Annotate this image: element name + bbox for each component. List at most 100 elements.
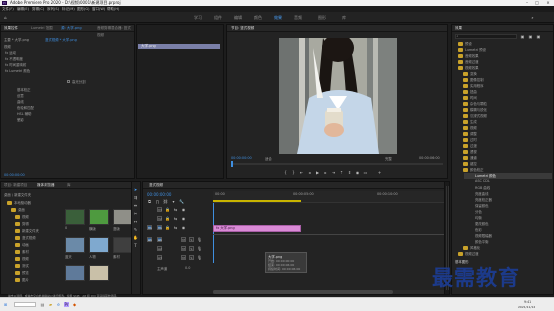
workspace-audio[interactable]: 音频 xyxy=(294,12,302,23)
lock-icon[interactable]: 🔒 xyxy=(165,207,170,212)
tab-audio-mixer[interactable]: 音频剪辑混合器: 竖式视频 xyxy=(97,25,134,39)
workspace-assembly[interactable]: 组件 xyxy=(214,12,222,23)
highlight-split-checkbox[interactable] xyxy=(67,80,70,83)
mute-button[interactable]: M xyxy=(181,255,186,260)
sync-lock-icon[interactable]: ⇆ xyxy=(173,207,178,212)
slip-tool-icon[interactable]: ↔ xyxy=(133,219,138,224)
tree-item[interactable]: 测试 xyxy=(22,263,29,268)
step-back-icon[interactable]: ◂ xyxy=(307,170,312,175)
tree-item[interactable]: 本地驱动器 xyxy=(14,200,31,205)
linked-selection-icon[interactable]: ⛓ xyxy=(163,199,168,204)
timeline-timecode[interactable]: 00:00:00:00 xyxy=(147,192,171,197)
tab-sequence[interactable]: 竖式视频 xyxy=(149,182,163,189)
tree-item[interactable]: 竖式视频 xyxy=(22,235,36,240)
thumbnail[interactable] xyxy=(89,209,109,225)
workspace-learn[interactable]: 学习 xyxy=(194,12,202,23)
effects-item[interactable]: 通道 xyxy=(470,155,477,160)
microphone-icon[interactable]: 🎙 xyxy=(197,255,202,260)
thumbnail[interactable] xyxy=(89,265,109,281)
fx-opacity[interactable]: fx 不透明度 xyxy=(5,56,23,61)
timeline-scrollbar[interactable] xyxy=(213,290,447,294)
browser-path[interactable]: 桌面 \ 新建文件夹 xyxy=(4,192,31,197)
effects-item[interactable]: 时间 xyxy=(470,95,477,100)
tab-effect-controls[interactable]: 效果控件 xyxy=(4,25,18,32)
app-taskbar-icon[interactable]: ◆ xyxy=(72,302,77,307)
premiere-taskbar-icon[interactable]: Pr xyxy=(64,302,69,307)
thumbnail[interactable] xyxy=(113,209,133,225)
effects-item[interactable]: 亮度校正器 xyxy=(475,197,492,202)
effects-item[interactable]: 视频限幅器 xyxy=(475,233,492,238)
effects-item[interactable]: 亮度曲线 xyxy=(475,191,489,196)
tree-item[interactable]: 素材 xyxy=(22,249,29,254)
selection-tool-icon[interactable]: ➤ xyxy=(133,187,138,192)
fit-dropdown[interactable]: 适合 xyxy=(265,156,272,161)
effects-item[interactable]: 调整 xyxy=(470,131,477,136)
thumbnail[interactable] xyxy=(89,237,109,253)
play-icon[interactable]: ▶ xyxy=(315,170,320,175)
track-name[interactable]: V2 xyxy=(157,216,162,221)
eye-icon[interactable]: ◉ xyxy=(181,207,186,212)
effects-item[interactable]: Lumetri 预设 xyxy=(465,47,486,52)
effects-item[interactable]: 视频过渡 xyxy=(465,251,479,256)
effects-item[interactable]: 风格化 xyxy=(470,245,480,250)
effects-item[interactable]: 过时 xyxy=(470,137,477,142)
effects-search-input[interactable] xyxy=(455,34,517,39)
add-marker-icon[interactable]: ▾ xyxy=(171,199,176,204)
taskbar-search-box[interactable] xyxy=(14,302,36,307)
workspace-effects[interactable]: 效果 xyxy=(274,12,282,23)
effects-item[interactable]: 键控 xyxy=(470,161,477,166)
go-to-in-icon[interactable]: ⇤ xyxy=(299,170,304,175)
effects-item[interactable]: 视频效果 xyxy=(465,65,479,70)
effects-item[interactable]: 杂色与颗粒 xyxy=(470,101,487,106)
fx-lumetri-color[interactable]: fx Lumetri 颜色 xyxy=(5,68,30,73)
edge-icon[interactable]: e xyxy=(56,302,61,307)
effects-item[interactable]: ASC CDL xyxy=(475,179,490,183)
workspace-color[interactable]: 颜色 xyxy=(254,12,262,23)
solo-button[interactable]: S xyxy=(189,246,194,251)
timeline-scroll-thumb[interactable] xyxy=(213,290,393,294)
eye-icon[interactable]: ◉ xyxy=(181,216,186,221)
tab-source[interactable]: 源: 大学.png xyxy=(61,25,82,32)
tree-item[interactable]: 剪辑 xyxy=(22,221,29,226)
windows-start-icon[interactable]: ⊞ xyxy=(3,302,8,307)
effects-item[interactable]: 图像控制 xyxy=(470,77,484,82)
quality-dropdown[interactable]: 完整 xyxy=(385,156,392,161)
yuv-effects-icon[interactable]: ▣ xyxy=(536,34,541,39)
mute-button[interactable]: M xyxy=(181,237,186,242)
extract-icon[interactable]: ⇞ xyxy=(347,170,352,175)
lumetri-hsl[interactable]: HSL 辅助 xyxy=(17,111,31,116)
track-select-tool-icon[interactable]: ⇶ xyxy=(133,195,138,200)
tab-program[interactable]: 节目: 竖式视频 xyxy=(231,25,254,32)
lock-icon[interactable]: 🔒 xyxy=(165,225,170,230)
eye-icon[interactable]: ◉ xyxy=(181,225,186,230)
effects-item[interactable]: 保留颜色 xyxy=(475,203,489,208)
tree-item[interactable]: 桌面 xyxy=(18,207,25,212)
home-icon[interactable]: ⌂ xyxy=(3,15,8,20)
type-tool-icon[interactable]: T xyxy=(133,243,138,248)
source-patch-v1[interactable]: V1 xyxy=(147,225,152,230)
track-name[interactable]: V3 xyxy=(157,207,162,212)
snap-icon[interactable]: ⋂ xyxy=(155,199,160,204)
tree-item[interactable]: 视频 xyxy=(22,256,29,261)
thumbnail[interactable] xyxy=(65,209,85,225)
lumetri-curves[interactable]: 曲线 xyxy=(17,99,24,104)
master-track-value[interactable]: 0.0 xyxy=(185,266,190,270)
effects-item[interactable]: 透视 xyxy=(470,149,477,154)
mute-button[interactable]: M xyxy=(181,246,186,251)
add-button-icon[interactable]: + xyxy=(377,170,382,175)
track-name[interactable]: A3 xyxy=(157,255,162,260)
lift-icon[interactable]: ⇡ xyxy=(339,170,344,175)
effects-item[interactable]: 实用程序 xyxy=(470,83,484,88)
effects-item[interactable]: 色彩 xyxy=(475,227,482,232)
lumetri-basic[interactable]: 基本校正 xyxy=(17,87,31,92)
tree-item[interactable]: 视频 xyxy=(22,214,29,219)
source-patch-a1[interactable]: A1 xyxy=(147,237,152,242)
ripple-edit-tool-icon[interactable]: ⇹ xyxy=(133,203,138,208)
fx-motion[interactable]: fx 运动 xyxy=(5,50,16,55)
tab-project[interactable]: 项目: 新建项目 xyxy=(4,182,27,189)
lock-icon[interactable]: 🔒 xyxy=(165,216,170,221)
razor-tool-icon[interactable]: ✂ xyxy=(133,211,138,216)
effects-item[interactable]: 沉浸式视频 xyxy=(470,113,487,118)
tree-item[interactable]: 预览 xyxy=(22,270,29,275)
workspace-libraries[interactable]: 库 xyxy=(342,12,346,23)
